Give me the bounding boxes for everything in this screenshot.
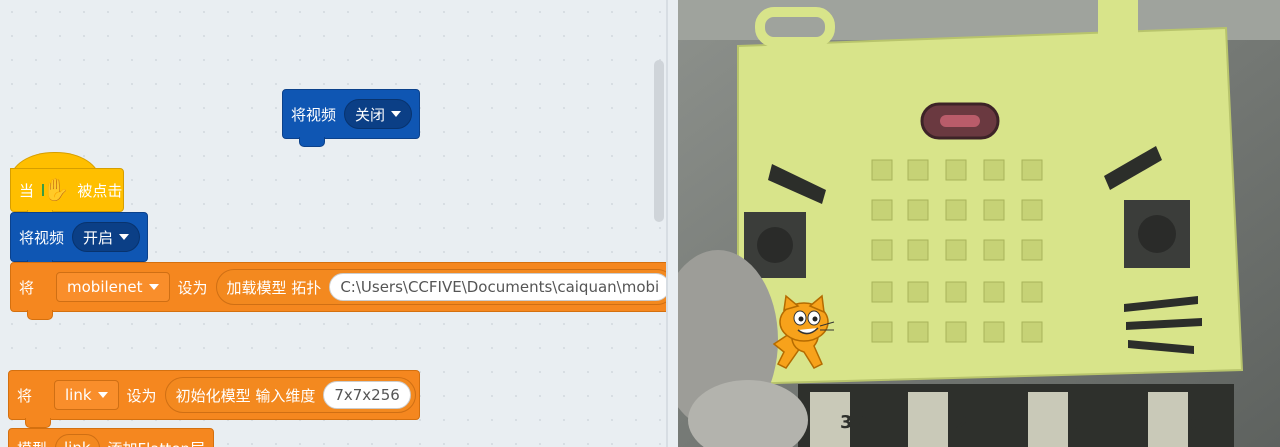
to-label: 设为 (177, 278, 208, 297)
pin-label-3v: 3V (840, 412, 867, 433)
pin-label-0: 0 (1190, 412, 1204, 436)
add-flatten-label: 添加Flatten层 (108, 438, 206, 447)
chevron-down-icon (119, 234, 130, 240)
set-mobilenet-block[interactable]: 将 mobilenet 设为 加载模型 拓扑 C:\Users\CCFIVE\D… (10, 262, 666, 320)
to-label: 设为 (126, 386, 157, 405)
input-dims-input[interactable]: 7x7x256 (323, 381, 411, 409)
hand-cursor-icon: ✋ (42, 177, 70, 203)
load-model-reporter[interactable]: 加载模型 拓扑 C:\Users\CCFIVE\Documents\caiqua… (215, 269, 666, 305)
green-flag-icon (42, 184, 45, 196)
model-path-input[interactable]: C:\Users\CCFIVE\Documents\caiquan\mobi (329, 273, 666, 301)
video-on-label: 将视频 (19, 228, 65, 247)
pin-label-2: 2 (954, 412, 968, 436)
model-label: 模型 (17, 438, 47, 447)
video-on-value: 开启 (83, 228, 114, 247)
link-reporter[interactable]: link (55, 434, 100, 447)
video-off-label: 将视频 (291, 105, 337, 124)
variable-name: mobilenet (67, 278, 143, 296)
when-flag-clicked-block[interactable]: 当 ✋ 被点击 (10, 168, 124, 220)
when-label: 当 (19, 181, 35, 200)
variable-dropdown[interactable]: link (54, 380, 119, 410)
link-name: link (64, 439, 91, 447)
panel-divider (666, 0, 668, 447)
workspace-scrollbar[interactable] (654, 60, 664, 222)
variable-name: link (65, 386, 92, 404)
chevron-down-icon (148, 284, 159, 290)
code-workspace[interactable]: 将视频 关闭 当 ✋ 被点击 将视频 开启 将 mobilenet 设为 加载模… (0, 0, 666, 447)
video-off-block[interactable]: 将视频 关闭 (282, 89, 420, 147)
pin-label-1: 1 (1074, 412, 1088, 436)
chevron-down-icon (391, 111, 402, 117)
init-model-label: 初始化模型 输入维度 (175, 386, 316, 405)
set-label: 将 (17, 386, 33, 405)
clicked-label: 被点击 (77, 181, 123, 200)
video-on-dropdown[interactable]: 开启 (72, 222, 141, 252)
init-model-reporter[interactable]: 初始化模型 输入维度 7x7x256 (164, 377, 416, 413)
add-flatten-block[interactable]: 模型 link 添加Flatten层 (8, 428, 214, 447)
video-on-block[interactable]: 将视频 开启 (10, 212, 148, 270)
load-model-label: 加载模型 拓扑 (226, 278, 322, 297)
stage-video-feed[interactable]: 3V 2 1 0 (678, 0, 1280, 447)
video-state-dropdown[interactable]: 关闭 (344, 99, 413, 129)
set-label: 将 (19, 278, 35, 297)
board-pin-labels: 3V 2 1 0 (678, 0, 1280, 447)
variable-dropdown[interactable]: mobilenet (56, 272, 170, 302)
video-state-value: 关闭 (355, 105, 386, 124)
set-link-block[interactable]: 将 link 设为 初始化模型 输入维度 7x7x256 (8, 370, 420, 428)
chevron-down-icon (97, 392, 108, 398)
